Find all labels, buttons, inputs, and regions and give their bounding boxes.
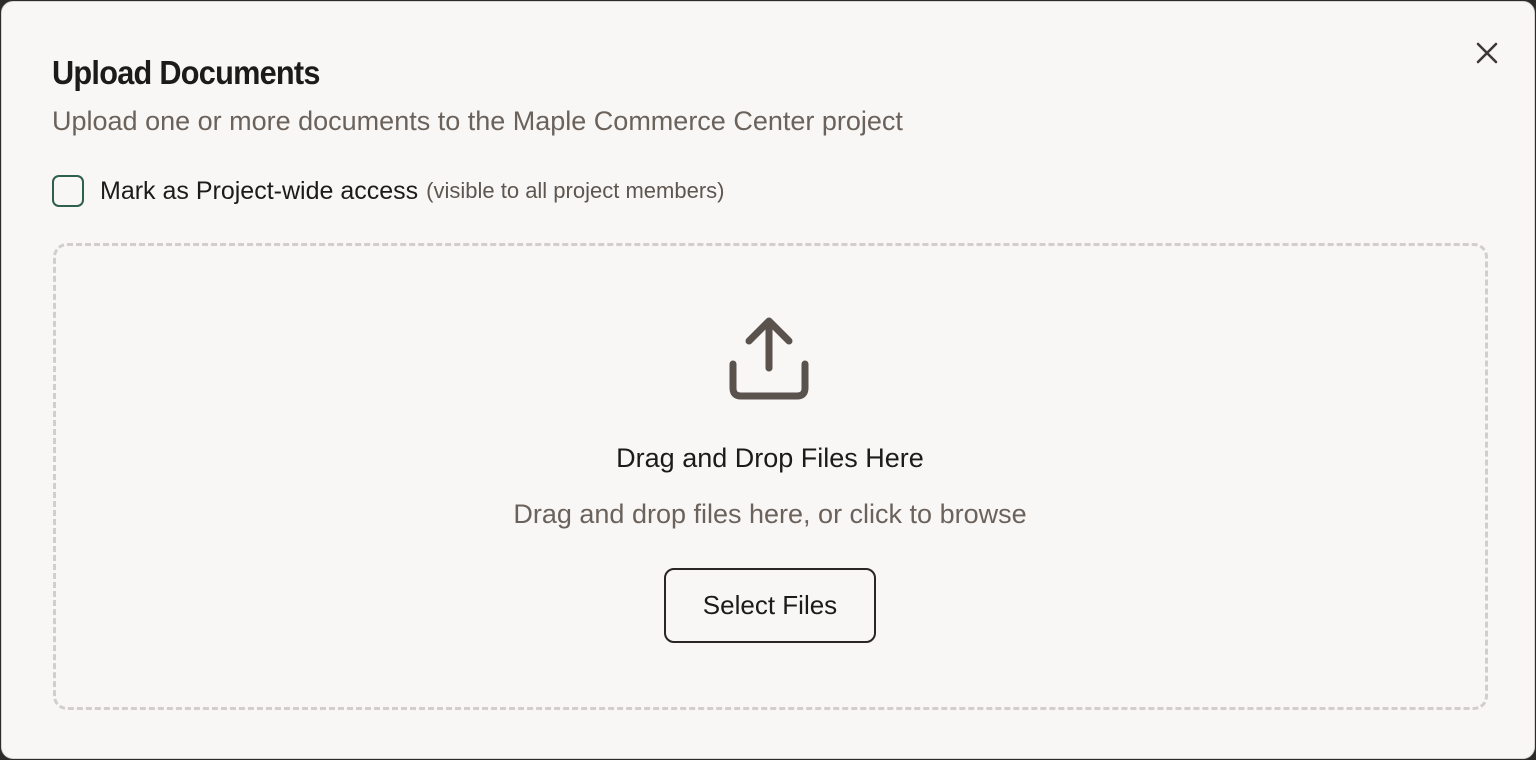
close-icon: [1476, 42, 1498, 64]
dropzone-title: Drag and Drop Files Here: [616, 443, 924, 473]
upload-documents-dialog: Upload Documents Upload one or more docu…: [1, 1, 1535, 759]
project-wide-access-row[interactable]: Mark as Project-wide access (visible to …: [52, 175, 724, 207]
dialog-title: Upload Documents: [52, 54, 320, 91]
dropzone-hint: Drag and drop files here, or click to br…: [513, 499, 1027, 529]
upload-icon: [729, 317, 809, 400]
project-wide-access-label[interactable]: Mark as Project-wide access: [100, 177, 418, 206]
project-wide-access-hint: (visible to all project members): [426, 178, 725, 203]
dialog-subtitle: Upload one or more documents to the Mapl…: [52, 106, 903, 136]
select-files-button[interactable]: Select Files: [664, 568, 876, 643]
project-wide-access-checkbox[interactable]: [52, 175, 84, 207]
close-button[interactable]: [1473, 39, 1501, 67]
